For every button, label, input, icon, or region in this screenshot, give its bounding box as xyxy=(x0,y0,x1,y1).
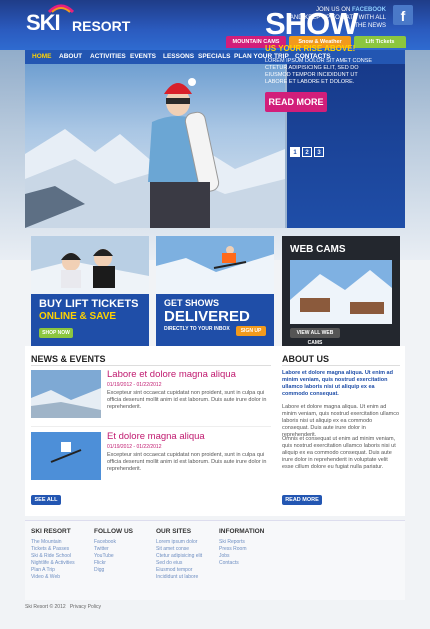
footer-link[interactable]: Digg xyxy=(94,567,116,574)
footer-link[interactable]: Tickets & Passes xyxy=(31,546,75,553)
news-text-1: Excepteur sint occaecat cupidatat non pr… xyxy=(107,390,267,410)
promo-web-cams[interactable]: WEB CAMS VIEW ALL WEB CAMS xyxy=(282,236,400,346)
footer-link[interactable]: Ctetur adipisicing elit xyxy=(156,553,202,560)
hero-slider xyxy=(25,64,405,228)
footer-heading-information: INFORMATION xyxy=(219,528,265,535)
shop-now-button[interactable]: SHOP NOW xyxy=(39,328,73,338)
hero-promo-panel xyxy=(287,64,405,228)
about-paragraph-1: Labore et dolore magna aliqua. Ut enim a… xyxy=(282,404,400,438)
footer-link[interactable]: Nightlife & Activities xyxy=(31,560,75,567)
footer-link[interactable]: Ski & Ride School xyxy=(31,553,75,560)
footer-link[interactable]: Sed do eius xyxy=(156,560,202,567)
hero-read-more-button[interactable]: READ MORE xyxy=(265,92,327,112)
hero-headline: SHOW xyxy=(265,6,358,41)
news-date-2: 01/19/2012 - 01/22/2012 xyxy=(107,444,162,450)
nav-activities[interactable]: ACTIVITIES xyxy=(90,50,126,64)
see-all-button[interactable]: SEE ALL xyxy=(31,495,61,505)
footer-heading-follow-us: FOLLOW US xyxy=(94,528,133,535)
divider xyxy=(31,365,271,366)
news-image-1[interactable] xyxy=(31,370,101,418)
promo-newsletter[interactable]: GET SHOWS DELIVERED DIRECTLY TO YOUR INB… xyxy=(156,236,274,346)
copyright: Ski Resort © 2012 Privacy Policy xyxy=(25,604,101,610)
news-title-1[interactable]: Labore et dolore magna aliqua xyxy=(107,369,236,380)
about-paragraph-2: Omnis et consequat ut enim ad minim veni… xyxy=(282,436,396,470)
view-all-web-cams-button[interactable]: VIEW ALL WEB CAMS xyxy=(290,328,340,346)
kids-skiing-image xyxy=(31,236,149,294)
logo-resort[interactable]: RESORT xyxy=(72,18,130,34)
footer-links-information: Ski Reports Press Room Jobs Contacts xyxy=(219,539,247,567)
tab-lift-tickets[interactable]: Lift Tickets xyxy=(354,36,406,48)
footer-links-follow-us: Facebook Twitter YouTube Flickr Digg xyxy=(94,539,116,574)
web-cam-image xyxy=(290,260,392,324)
sign-up-button[interactable]: SIGN UP xyxy=(236,326,266,336)
footer-link[interactable]: Contacts xyxy=(219,560,247,567)
promo-newsletter-subtitle: DELIVERED xyxy=(164,308,250,325)
news-text-2: Excepteur sint occaecat cupidatat non pr… xyxy=(107,452,267,472)
about-heading: ABOUT US xyxy=(282,354,329,364)
hero-subhead: US YOUR RISE ABOVE! xyxy=(265,44,356,53)
promo-lift-tickets[interactable]: BUY LIFT TICKETS ONLINE & SAVE SHOP NOW xyxy=(31,236,149,346)
slider-page-3[interactable]: 3 xyxy=(314,147,324,157)
skier-jump-image xyxy=(156,236,274,294)
footer-link[interactable]: Flickr xyxy=(94,560,116,567)
nav-home[interactable]: HOME xyxy=(32,50,52,64)
logo-ski[interactable]: SKI xyxy=(26,10,61,36)
footer xyxy=(25,520,405,600)
about-read-more-button[interactable]: READ MORE xyxy=(282,495,322,505)
nav-specials[interactable]: SPECIALS xyxy=(198,50,231,64)
promo-lift-title: BUY LIFT TICKETS xyxy=(39,298,139,310)
web-cams-title: WEB CAMS xyxy=(290,244,346,255)
promo-newsletter-caption: DIRECTLY TO YOUR INBOX xyxy=(164,326,230,332)
slider-page-1[interactable]: 1 xyxy=(290,147,300,157)
footer-link[interactable]: Ski Reports xyxy=(219,539,247,546)
news-date-1: 01/19/2012 - 01/22/2012 xyxy=(107,382,162,388)
footer-link[interactable]: Eiusmod tempor xyxy=(156,567,202,574)
news-title-2[interactable]: Et dolore magna aliqua xyxy=(107,431,205,442)
promo-newsletter-title: GET SHOWS xyxy=(164,298,220,308)
footer-link[interactable]: Plan A Trip xyxy=(31,567,75,574)
footer-heading-our-sites: OUR SITES xyxy=(156,528,192,535)
snowboarder-image xyxy=(148,78,220,228)
nav-lessons[interactable]: LESSONS xyxy=(163,50,194,64)
footer-link[interactable]: Sit amet conse xyxy=(156,546,202,553)
footer-link[interactable]: Twitter xyxy=(94,546,116,553)
nav-events[interactable]: EVENTS xyxy=(130,50,156,64)
footer-link[interactable]: Incididunt ut labore xyxy=(156,574,202,581)
nav-about[interactable]: ABOUT xyxy=(59,50,82,64)
slider-page-2[interactable]: 2 xyxy=(302,147,312,157)
about-intro: Labore et dolore magna aliqua. Ut enim a… xyxy=(282,370,393,397)
news-events-heading: NEWS & EVENTS xyxy=(31,354,106,364)
facebook-icon[interactable]: f xyxy=(393,5,413,25)
divider xyxy=(282,365,400,366)
footer-links-ski-resort: The Mountain Tickets & Passes Ski & Ride… xyxy=(31,539,75,581)
privacy-policy-link[interactable]: Privacy Policy xyxy=(70,604,101,610)
footer-link[interactable]: The Mountain xyxy=(31,539,75,546)
footer-link[interactable]: Video & Web xyxy=(31,574,75,581)
logo-arc-icon xyxy=(48,4,74,13)
footer-heading-ski-resort: SKI RESORT xyxy=(31,528,71,535)
promo-lift-subtitle: ONLINE & SAVE xyxy=(39,311,117,322)
footer-links-our-sites: Lorem ipsum dolor Sit amet conse Ctetur … xyxy=(156,539,202,581)
hero-text: LOREM IPSUM DOLOR SIT AMET CONSE CTETUR … xyxy=(265,58,373,85)
footer-link[interactable]: Jobs xyxy=(219,553,247,560)
footer-link[interactable]: Lorem ipsum dolor xyxy=(156,539,202,546)
footer-link[interactable]: YouTube xyxy=(94,553,116,560)
news-image-2[interactable] xyxy=(31,432,101,480)
footer-link[interactable]: Facebook xyxy=(94,539,116,546)
divider xyxy=(31,426,271,427)
footer-link[interactable]: Press Room xyxy=(219,546,247,553)
